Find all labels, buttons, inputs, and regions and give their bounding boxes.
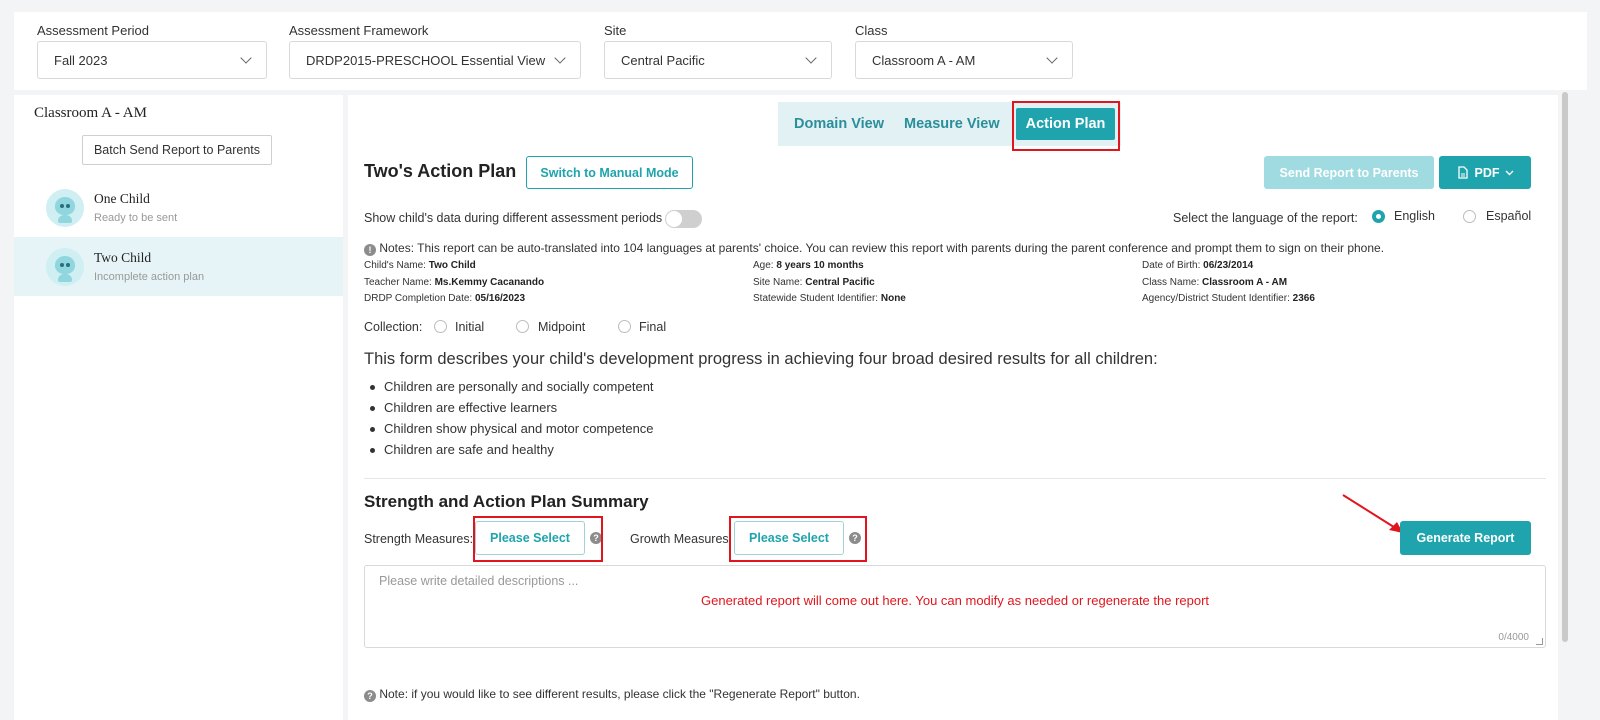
radio-midpoint[interactable] xyxy=(516,320,529,333)
info-site-name: Site Name: Central Pacific xyxy=(753,277,875,288)
filter-label: Site xyxy=(604,23,627,38)
info-district-id: Agency/District Student Identifier: 2366 xyxy=(1142,293,1315,304)
switch-manual-mode-button[interactable]: Switch to Manual Mode xyxy=(526,156,693,189)
radio-initial[interactable] xyxy=(434,320,447,333)
send-report-button[interactable]: Send Report to Parents xyxy=(1264,156,1434,189)
select-value: Central Pacific xyxy=(621,52,705,68)
info-teacher-name: Teacher Name: Ms.Kemmy Cacanando xyxy=(364,277,545,288)
radio-final-label: Final xyxy=(639,320,667,334)
report-textarea[interactable]: Please write detailed descriptions ... G… xyxy=(364,565,1546,648)
chevron-down-icon xyxy=(554,51,566,64)
summary-title: Strength and Action Plan Summary xyxy=(364,492,649,511)
page-title: Two's Action Plan xyxy=(364,161,517,181)
select-value: DRDP2015-PRESCHOOL Essential View xyxy=(306,52,546,68)
info-completion-date: DRDP Completion Date: 05/16/2023 xyxy=(364,293,526,304)
filter-label: Assessment Framework xyxy=(289,23,429,38)
assessment-framework-select[interactable]: DRDP2015-PRESCHOOL Essential View xyxy=(289,41,581,79)
pdf-button[interactable]: PDF xyxy=(1439,156,1531,189)
radio-midpoint-label: Midpoint xyxy=(538,320,586,334)
radio-english[interactable] xyxy=(1372,210,1385,223)
assessment-period-select[interactable]: Fall 2023 xyxy=(37,41,267,79)
highlight-box xyxy=(1012,101,1120,151)
chevron-down-icon xyxy=(1046,51,1058,64)
info-age: Age: 8 years 10 months xyxy=(753,260,864,271)
children-sidebar: Classroom A - AM Batch Send Report to Pa… xyxy=(14,95,343,720)
assessment-period-filter: Assessment Period Fall 2023 xyxy=(37,23,267,79)
select-value: Fall 2023 xyxy=(54,52,108,68)
divider xyxy=(364,478,1546,479)
note-text: Note: if you would like to see different… xyxy=(379,687,860,701)
notes-text: Notes: This report can be auto-translate… xyxy=(379,241,1385,255)
child-name: Two Child xyxy=(94,250,152,265)
radio-english-label: English xyxy=(1394,209,1435,223)
chevron-down-icon xyxy=(1505,170,1513,175)
action-plan-panel: Domain View Measure View Action Plan Two… xyxy=(348,95,1558,720)
collection-label: Collection: xyxy=(364,320,423,334)
info-childs-name: Child's Name: Two Child xyxy=(364,260,476,271)
info-icon: ! xyxy=(364,244,376,256)
class-select[interactable]: Classroom A - AM xyxy=(855,41,1073,79)
batch-send-button[interactable]: Batch Send Report to Parents xyxy=(82,135,272,165)
child-avatar-icon xyxy=(46,247,84,286)
filter-label: Assessment Period xyxy=(37,23,149,38)
info-date-of-birth: Date of Birth: 06/23/2014 xyxy=(1142,260,1254,271)
tab-domain-view[interactable]: Domain View xyxy=(784,116,894,132)
site-filter: Site Central Pacific xyxy=(604,23,832,79)
arrow-pointer-icon xyxy=(1342,494,1403,533)
radio-final[interactable] xyxy=(618,320,631,333)
class-filter: Class Classroom A - AM xyxy=(855,23,1073,79)
list-item: Children are personally and socially com… xyxy=(370,379,654,400)
generated-report-hint: Generated report will come out here. You… xyxy=(701,593,1210,608)
resize-handle-icon[interactable] xyxy=(1536,638,1543,645)
sidebar-title: Classroom A - AM xyxy=(34,105,147,121)
radio-espanol[interactable] xyxy=(1463,210,1476,223)
info-class-name: Class Name: Classroom A - AM xyxy=(1142,277,1288,288)
radio-initial-label: Initial xyxy=(455,320,485,334)
filter-label: Class xyxy=(855,23,888,38)
child-status: Ready to be sent xyxy=(94,212,178,224)
info-statewide-id: Statewide Student Identifier: None xyxy=(753,293,906,304)
notes-line: ! Notes: This report can be auto-transla… xyxy=(364,241,1384,256)
list-item: Children are safe and healthy xyxy=(370,442,654,463)
radio-espanol-label: Español xyxy=(1486,209,1532,223)
site-select[interactable]: Central Pacific xyxy=(604,41,832,79)
chevron-down-icon xyxy=(805,51,817,64)
child-name: One Child xyxy=(94,191,150,206)
pdf-file-icon xyxy=(1457,166,1468,179)
periods-toggle[interactable] xyxy=(665,210,702,228)
description-heading: This form describes your child's develop… xyxy=(364,350,1158,368)
highlight-box xyxy=(729,516,867,562)
strength-measures-label: Strength Measures: xyxy=(364,532,474,546)
help-icon: ? xyxy=(364,690,376,702)
generate-report-button[interactable]: Generate Report xyxy=(1400,521,1531,555)
list-item: Children are effective learners xyxy=(370,400,654,421)
highlight-box xyxy=(473,516,603,562)
language-label: Select the language of the report: xyxy=(1173,211,1358,225)
filter-bar: Assessment Period Fall 2023 Assessment F… xyxy=(14,12,1587,90)
character-counter: 0/4000 xyxy=(1498,632,1529,643)
desired-results-list: Children are personally and socially com… xyxy=(370,379,654,463)
chevron-down-icon xyxy=(240,51,252,64)
regenerate-note: ? Note: if you would like to see differe… xyxy=(364,687,860,702)
tab-measure-view[interactable]: Measure View xyxy=(894,116,1010,132)
child-item-one-child[interactable]: One Child Ready to be sent xyxy=(14,178,343,237)
scrollbar[interactable] xyxy=(1562,92,1568,642)
child-status: Incomplete action plan xyxy=(94,271,205,283)
child-item-two-child[interactable]: Two Child Incomplete action plan xyxy=(14,237,343,296)
toggle-label: Show child's data during different asses… xyxy=(364,211,663,225)
textarea-placeholder: Please write detailed descriptions ... xyxy=(379,574,579,588)
growth-measures-label: Growth Measures: xyxy=(630,532,733,546)
list-item: Children show physical and motor compete… xyxy=(370,421,654,442)
assessment-framework-filter: Assessment Framework DRDP2015-PRESCHOOL … xyxy=(289,23,581,79)
pdf-label: PDF xyxy=(1474,165,1500,180)
child-avatar-icon xyxy=(46,188,84,227)
select-value: Classroom A - AM xyxy=(872,52,976,68)
